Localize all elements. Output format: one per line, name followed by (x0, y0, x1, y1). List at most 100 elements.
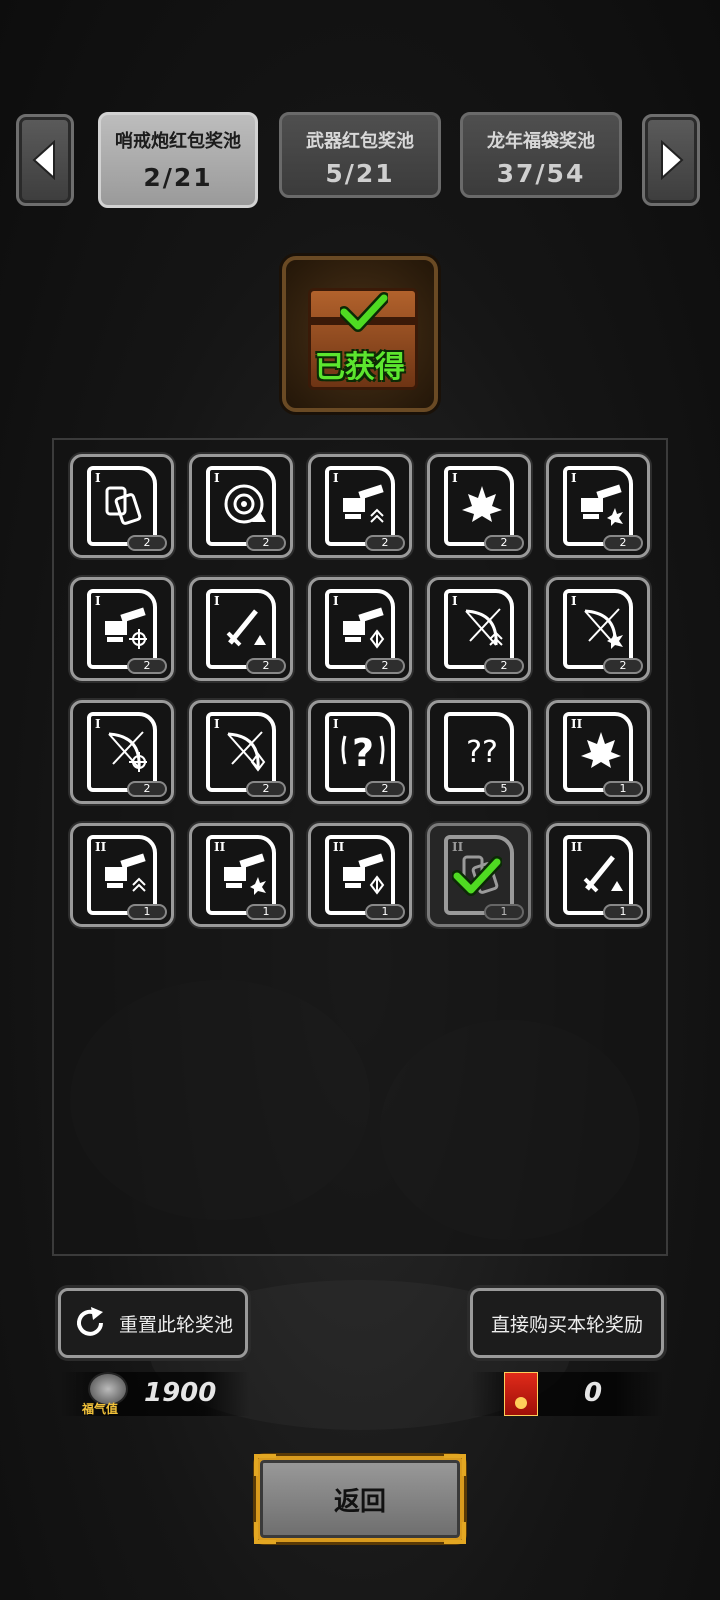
next-pool-button[interactable] (642, 114, 700, 206)
tab-name: 武器红包奖池 (306, 131, 414, 152)
scroll-icon: I (87, 466, 157, 546)
tab-name: 龙年福袋奖池 (487, 131, 595, 152)
reward-card[interactable]: II 1 (546, 700, 650, 804)
turret-diamond-icon (343, 607, 385, 649)
reward-card[interactable]: I? 2 (308, 700, 412, 804)
svg-text:?: ? (352, 731, 374, 772)
fortune-value: 1900 (144, 1378, 217, 1408)
target-icon (224, 484, 266, 524)
previous-pool-button[interactable] (16, 114, 74, 206)
count-badge: 2 (365, 781, 405, 797)
reward-card[interactable]: I2 (427, 577, 531, 681)
reward-card[interactable]: II 1 (427, 823, 531, 927)
count-badge: 2 (127, 535, 167, 551)
tier-label: I (571, 471, 577, 485)
grand-prize-chest[interactable]: 已获得 (282, 256, 438, 412)
turret-burst-icon (224, 853, 266, 895)
reward-card[interactable]: II 1 (308, 823, 412, 927)
count-badge: 1 (365, 904, 405, 920)
scroll-icon: I (206, 712, 276, 792)
count-badge: 2 (246, 535, 286, 551)
reward-card[interactable]: ?? 5 (427, 700, 531, 804)
tier-label: I (214, 471, 220, 485)
back-button[interactable]: 返回 (254, 1454, 466, 1544)
reward-card[interactable]: I2 (189, 454, 293, 558)
count-badge: 2 (246, 781, 286, 797)
refresh-icon (77, 1307, 103, 1336)
tab-progress: 2/21 (143, 163, 213, 192)
scroll-icon: II (206, 835, 276, 915)
count-badge: 2 (365, 535, 405, 551)
turret-crosshair-icon (105, 607, 147, 649)
reward-card[interactable]: II 1 (70, 823, 174, 927)
buy-rewards-button[interactable]: 直接购买本轮奖励 (470, 1288, 664, 1358)
sword-icon (226, 609, 266, 647)
count-badge: 2 (246, 658, 286, 674)
chevron-left-icon (32, 140, 55, 180)
tab-progress: 37/54 (496, 159, 586, 188)
tier-label: I (333, 594, 339, 608)
reward-card[interactable]: I2 (308, 454, 412, 558)
fortune-counter: 福气值 1900 (60, 1372, 250, 1416)
reward-card[interactable]: II 1 (189, 823, 293, 927)
reset-pool-button[interactable]: 重置此轮奖池 (58, 1288, 248, 1358)
scroll-icon: I (563, 466, 633, 546)
reward-card[interactable]: I2 (308, 577, 412, 681)
bow-diamond-icon (227, 731, 266, 772)
double-question-icon: ?? (466, 735, 498, 770)
turret-burst-icon (581, 484, 623, 526)
tab-pool-2[interactable]: 龙年福袋奖池 37/54 (460, 112, 622, 198)
question-mark-icon: ? (341, 731, 385, 772)
count-badge: 1 (603, 781, 643, 797)
reward-card[interactable]: I2 (70, 700, 174, 804)
count-badge: 2 (603, 535, 643, 551)
reset-label: 重置此轮奖池 (118, 1313, 233, 1336)
reward-card[interactable]: I2 (70, 454, 174, 558)
turret-chevrons-icon (105, 853, 146, 892)
back-label: 返回 (333, 1486, 386, 1517)
count-badge: 2 (603, 658, 643, 674)
tab-pool-1[interactable]: 武器红包奖池 5/21 (279, 112, 441, 198)
reward-card[interactable]: I2 (70, 577, 174, 681)
scroll-icon: I (444, 466, 514, 546)
count-badge: 2 (484, 658, 524, 674)
fortune-caption: 福气值 (82, 1402, 119, 1416)
tab-name: 哨戒炮红包奖池 (115, 131, 241, 152)
scroll-icon: I (444, 589, 514, 669)
red-packet-counter: 0 (470, 1372, 664, 1416)
checkmark-icon (452, 856, 502, 896)
scroll-icon: I (563, 589, 633, 669)
turret-diamond-icon (343, 853, 385, 895)
scroll-icon: II (87, 835, 157, 915)
count-badge: 2 (365, 658, 405, 674)
scroll-icon: II (325, 835, 395, 915)
reward-card[interactable]: I2 (427, 454, 531, 558)
turret-chevrons-icon (343, 484, 384, 523)
reward-card[interactable]: I2 (189, 700, 293, 804)
scroll-icon: II (563, 712, 633, 792)
reward-grid: I 2 I 2 I 2 I 2 I 2 I 2 I 2 I 2 I 2 I 2 I 2 I 2 I? 2?? 5 II 1 II 1 II 1 I… (52, 438, 668, 1256)
scroll-icon: I (206, 466, 276, 546)
tier-label: I (333, 717, 339, 731)
reward-card[interactable]: I2 (189, 577, 293, 681)
tier-label: I (95, 471, 101, 485)
bow-crosshair-icon (108, 731, 147, 772)
reward-card[interactable]: I2 (546, 577, 650, 681)
scroll-icon: II (563, 835, 633, 915)
tab-pool-0[interactable]: 哨戒炮红包奖池 2/21 (98, 112, 258, 208)
count-badge: 1 (246, 904, 286, 920)
count-badge: 5 (484, 781, 524, 797)
buy-label: 直接购买本轮奖励 (490, 1313, 643, 1336)
svg-text:??: ?? (466, 735, 498, 770)
tier-label: I (452, 471, 458, 485)
scroll-icon: I (87, 712, 157, 792)
count-badge: 1 (603, 904, 643, 920)
reward-card[interactable]: II 1 (546, 823, 650, 927)
maple-leaf-icon (581, 732, 621, 768)
count-badge: 1 (484, 904, 524, 920)
tier-label: I (452, 594, 458, 608)
reward-card[interactable]: I2 (546, 454, 650, 558)
scroll-icon: I (87, 589, 157, 669)
scroll-icon: I? (325, 712, 395, 792)
scroll-icon: I (206, 589, 276, 669)
